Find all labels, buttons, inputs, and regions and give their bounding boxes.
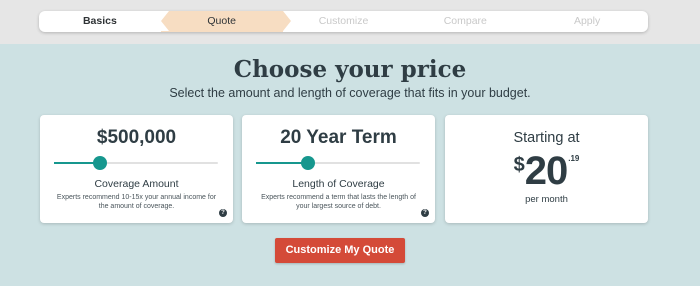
coverage-amount-description: Experts recommend 10-15x your annual inc… — [56, 194, 217, 210]
coverage-amount-value: $500,000 — [96, 127, 177, 148]
progress-steps: Basics Quote Customize Compare Apply — [39, 11, 648, 32]
page-subtitle: Select the amount and length of coverage… — [169, 86, 531, 100]
slider-thumb[interactable] — [301, 156, 316, 170]
step-apply: Apply — [573, 15, 601, 27]
price-dollars: 20 — [524, 149, 568, 193]
step-basics[interactable]: Basics — [39, 11, 161, 32]
step-customize: Customize — [318, 15, 369, 27]
help-icon[interactable]: ? — [421, 209, 429, 217]
term-length-slider[interactable] — [256, 156, 420, 170]
customize-quote-button[interactable]: Customize My Quote — [275, 238, 405, 263]
term-length-value: 20 Year Term — [280, 127, 397, 148]
starting-at-label: Starting at — [513, 130, 580, 146]
coverage-amount-card: $500,000 Coverage Amount Experts recomme… — [40, 115, 233, 223]
coverage-amount-label: Coverage Amount — [94, 178, 179, 190]
monthly-price: $20.19 — [445, 151, 648, 191]
coverage-amount-slider[interactable] — [54, 156, 218, 170]
help-icon[interactable]: ? — [219, 209, 227, 217]
per-month-label: per month — [525, 194, 568, 205]
page-title: Choose your price — [233, 56, 467, 83]
term-length-label: Length of Coverage — [292, 178, 385, 190]
price-currency: $ — [513, 154, 525, 176]
step-compare: Compare — [443, 15, 487, 27]
price-quote-card: Starting at $20.19 per month — [445, 115, 648, 223]
term-length-card: 20 Year Term Length of Coverage Experts … — [242, 115, 435, 223]
slider-thumb[interactable] — [92, 156, 107, 170]
step-quote[interactable]: Quote — [160, 11, 291, 32]
term-length-description: Experts recommend a term that lasts the … — [261, 194, 416, 210]
price-cents: .19 — [568, 154, 580, 163]
